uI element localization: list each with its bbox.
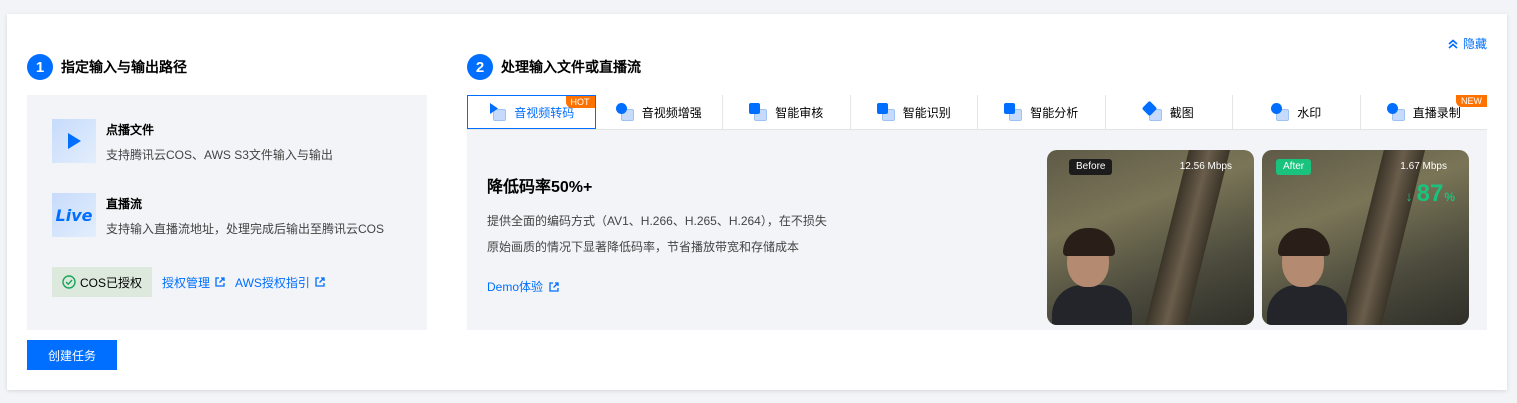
reduction-number: 87: [1416, 180, 1444, 207]
source-live[interactable]: Live 直播流 支持输入直播流地址，处理完成后输出至腾讯云COS: [52, 193, 384, 237]
step-title: 处理输入文件或直播流: [501, 59, 641, 75]
play-icon: [52, 119, 96, 163]
tab-snapshot[interactable]: 截图: [1105, 95, 1233, 129]
moderation-icon: [749, 103, 768, 121]
cos-auth-label: COS已授权: [80, 275, 143, 290]
person-hair: [1278, 228, 1330, 256]
feature-desc-line: 提供全面的编码方式（AV1、H.266、H.265、H.264），在不损失: [487, 214, 827, 228]
hide-toggle[interactable]: 隐藏: [1447, 35, 1487, 52]
after-label: After: [1276, 159, 1312, 175]
tree-trunk: [1140, 150, 1234, 325]
demo-link[interactable]: Demo体验: [487, 278, 559, 295]
step-1-header: 1 指定输入与输出路径: [27, 54, 187, 80]
after-bitrate: 1.67 Mbps: [1400, 161, 1447, 172]
feature-tabs: 音视频转码 HOT 音视频增强 智能审核 智能识别 智能分析 截图 水印 直播录…: [467, 95, 1487, 130]
tab-label: 截图: [1169, 105, 1194, 120]
tab-label: 水印: [1297, 105, 1322, 120]
analysis-icon: [1004, 103, 1023, 121]
feature-desc: 提供全面的编码方式（AV1、H.266、H.265、H.264），在不损失 原始…: [487, 208, 847, 260]
auth-row: COS已授权 授权管理 AWS授权指引: [52, 267, 325, 297]
before-bitrate: 12.56 Mbps: [1179, 161, 1232, 172]
tab-transcode[interactable]: 音视频转码 HOT: [467, 95, 596, 129]
before-image: Before 12.56 Mbps: [1047, 150, 1254, 325]
source-vod[interactable]: 点播文件 支持腾讯云COS、AWS S3文件输入与输出: [52, 119, 333, 163]
new-badge: NEW: [1456, 95, 1487, 107]
tab-recognition[interactable]: 智能识别: [850, 95, 978, 129]
step-2-header: 2 处理输入文件或直播流: [467, 54, 641, 80]
tab-label: 智能识别: [902, 105, 951, 120]
tab-label: 音视频增强: [641, 105, 702, 120]
down-arrow-icon: ↓: [1405, 188, 1413, 204]
feature-content: 降低码率50%+ 提供全面的编码方式（AV1、H.266、H.265、H.264…: [467, 130, 1487, 330]
transcode-icon: [488, 103, 507, 121]
external-link-icon: [215, 277, 225, 287]
feature-desc-line: 原始画质的情况下显著降低码率，节省播放带宽和存储成本: [487, 240, 800, 254]
source-title: 点播文件: [106, 123, 155, 137]
hide-label: 隐藏: [1462, 37, 1487, 51]
tab-label: 直播录制: [1412, 105, 1461, 120]
source-title: 直播流: [106, 197, 143, 211]
snapshot-icon: [1141, 100, 1162, 121]
source-desc: 支持输入直播流地址，处理完成后输出至腾讯云COS: [106, 222, 385, 236]
tab-label: 智能审核: [775, 105, 824, 120]
source-desc: 支持腾讯云COS、AWS S3文件输入与输出: [106, 148, 333, 162]
reduction-unit: %: [1444, 190, 1455, 204]
hot-badge: HOT: [565, 96, 595, 108]
auth-manage-link[interactable]: 授权管理: [162, 274, 225, 291]
aws-auth-label: AWS授权指引: [235, 275, 310, 290]
tree-trunk: [1335, 150, 1429, 325]
aws-auth-guide-link[interactable]: AWS授权指引: [235, 274, 325, 291]
tab-live-record[interactable]: 直播录制 NEW: [1360, 95, 1487, 129]
tab-watermark[interactable]: 水印: [1233, 95, 1361, 129]
enhance-icon: [615, 103, 634, 121]
after-image: After 1.67 Mbps ↓ 87 %: [1262, 150, 1469, 325]
watermark-icon: [1271, 103, 1290, 121]
create-task-button[interactable]: 创建任务: [27, 340, 117, 370]
live-icon: Live: [52, 193, 96, 237]
demo-label: Demo体验: [487, 280, 544, 294]
feature-title: 降低码率50%+: [487, 179, 593, 196]
chevron-double-up-icon: [1448, 38, 1458, 49]
step-number: 1: [27, 54, 53, 80]
step-title: 指定输入与输出路径: [61, 59, 187, 75]
person-body: [1267, 285, 1347, 325]
source-panel: 点播文件 支持腾讯云COS、AWS S3文件输入与输出 Live 直播流 支持输…: [27, 95, 427, 330]
recognition-icon: [876, 103, 895, 121]
reduction-value: ↓ 87 %: [1406, 180, 1455, 208]
tab-enhance[interactable]: 音视频增强: [595, 95, 723, 129]
live-record-icon: [1386, 103, 1405, 121]
check-circle-icon: [62, 275, 76, 289]
tab-label: 音视频转码: [514, 105, 575, 120]
person-hair: [1063, 228, 1115, 256]
tab-moderation[interactable]: 智能审核: [723, 95, 851, 129]
before-label: Before: [1069, 159, 1113, 175]
external-link-icon: [315, 277, 325, 287]
external-link-icon: [549, 281, 559, 292]
person-body: [1052, 285, 1132, 325]
step-number: 2: [467, 54, 493, 80]
cos-auth-badge: COS已授权: [52, 267, 153, 297]
tab-label: 智能分析: [1030, 105, 1079, 120]
auth-manage-label: 授权管理: [162, 275, 211, 290]
tab-analysis[interactable]: 智能分析: [978, 95, 1106, 129]
task-card: 隐藏 1 指定输入与输出路径 2 处理输入文件或直播流 点播文件 支持腾讯云CO…: [7, 14, 1507, 390]
